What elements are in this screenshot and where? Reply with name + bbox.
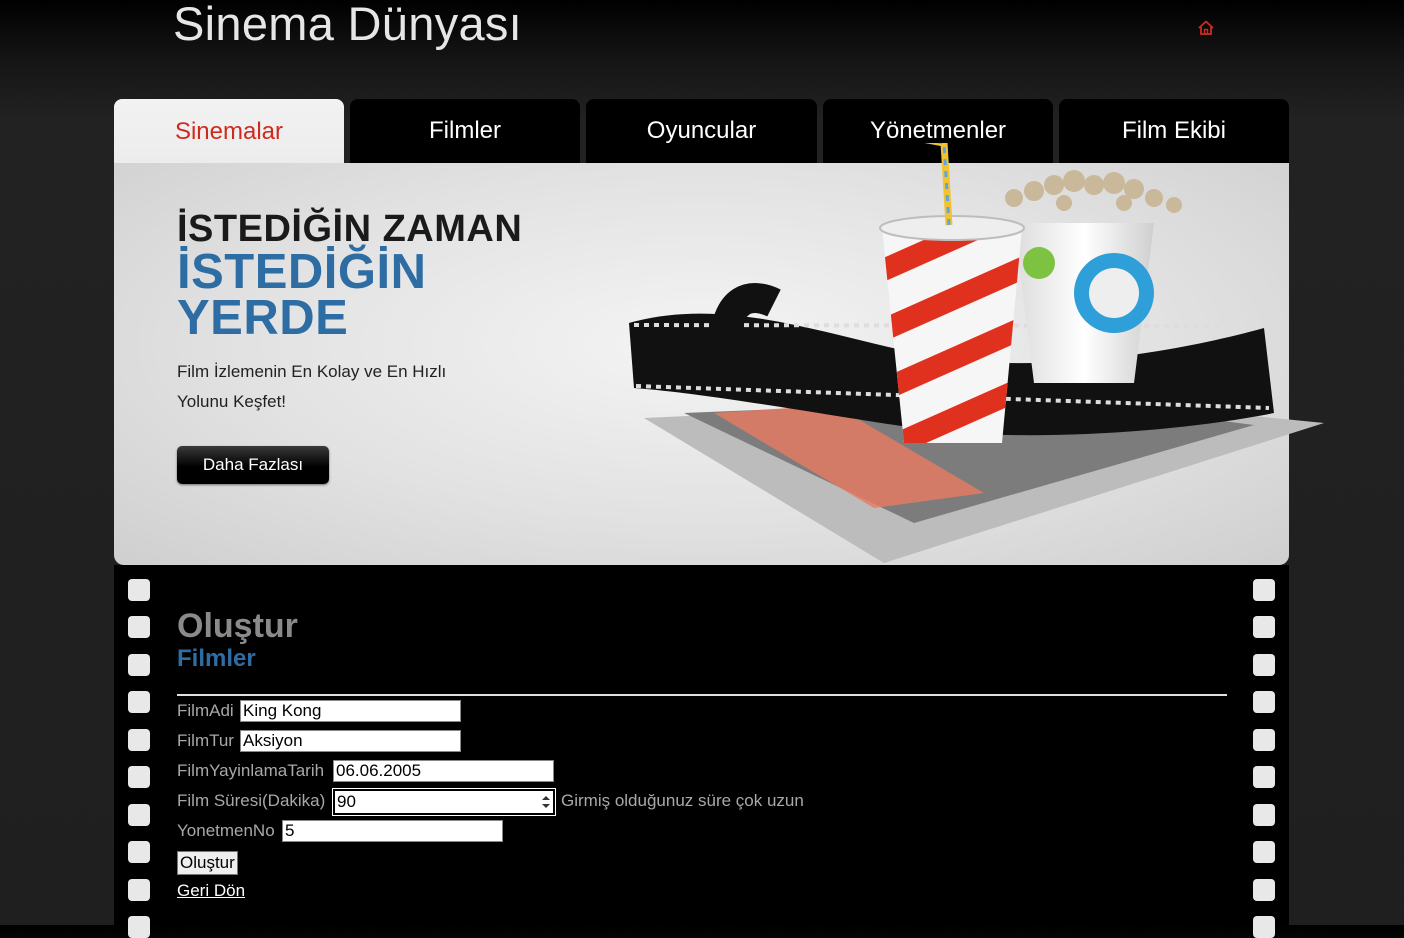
sprocket-hole [1253,729,1275,751]
yonetmen-no-label: YonetmenNo [177,821,275,840]
sprocket-hole [1253,879,1275,901]
sprocket-hole [128,654,150,676]
sprocket-hole [1253,579,1275,601]
sprocket-hole [128,579,150,601]
sprocket-hole [128,879,150,901]
site-title: Sinema Dünyası [173,0,523,50]
film-adi-label: FilmAdi [177,701,234,720]
film-suresi-wrapper [332,788,556,816]
sprocket-hole [1253,841,1275,863]
back-link[interactable]: Geri Dön [177,881,245,901]
more-button[interactable]: Daha Fazlası [177,446,329,484]
sprocket-hole [1253,804,1275,826]
film-tur-label: FilmTur [177,731,234,750]
tab-sinemalar[interactable]: Sinemalar [114,99,344,165]
sprocket-hole [128,766,150,788]
sprocket-hole [1253,766,1275,788]
sprocket-hole [1253,691,1275,713]
form-subheading: Filmler [177,645,256,672]
film-adi-input[interactable] [240,700,461,722]
spinner-arrows-icon[interactable] [540,794,552,810]
content-panel: Oluştur Filmler FilmAdi FilmTur FilmYayi… [114,565,1289,938]
film-tur-input[interactable] [240,730,461,752]
home-icon[interactable] [1196,18,1216,38]
form-heading: Oluştur [177,607,298,645]
banner-description: Film İzlemenin En Kolay ve En Hızlı Yolu… [177,362,447,411]
film-yayinlama-tarih-input[interactable] [333,760,554,782]
banner-headline-accent-2: YERDE [177,291,349,345]
sprocket-hole [128,691,150,713]
cinema-snacks-illustration [629,143,1324,563]
film-suresi-label: Film Süresi(Dakika) [177,791,326,810]
sprocket-hole [1253,616,1275,638]
sprocket-hole [128,616,150,638]
sprocket-hole [128,841,150,863]
tab-filmler[interactable]: Filmler [350,99,580,163]
sprocket-hole [1253,654,1275,676]
hero-banner: İSTEDİĞİN ZAMAN İSTEDİĞİN YERDE Film İzl… [114,143,1324,565]
film-suresi-input[interactable] [332,788,556,816]
create-button[interactable]: Oluştur [177,851,238,875]
sprocket-hole [1253,916,1275,938]
sprocket-hole [128,729,150,751]
film-yayinlama-tarih-label: FilmYayinlamaTarih [177,761,325,780]
sprocket-hole [128,916,150,938]
divider [177,694,1227,696]
film-suresi-error: Girmiş olduğunuz süre çok uzun [561,791,804,810]
sprocket-hole [128,804,150,826]
banner-headline-accent: İSTEDİĞİN YERDE [177,248,427,343]
yonetmen-no-input[interactable] [282,820,503,842]
